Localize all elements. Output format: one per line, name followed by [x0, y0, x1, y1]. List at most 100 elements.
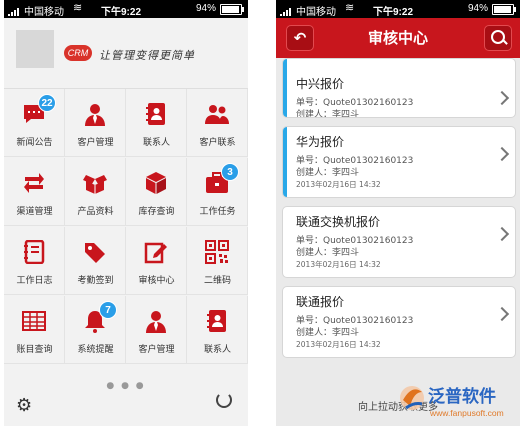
grid-item[interactable]: 客户联系 — [187, 89, 248, 157]
grid-item[interactable]: 联系人 — [126, 89, 187, 157]
qr-code-icon — [205, 240, 229, 264]
grid-item-label: 产品资料 — [77, 207, 114, 217]
signal-icon — [8, 5, 20, 16]
unread-marker — [283, 59, 287, 117]
signal-icon — [280, 5, 292, 16]
card-date: 2013年02月16日 14:32 — [296, 180, 381, 189]
grid-item[interactable]: 二维码 — [187, 227, 248, 295]
chevron-right-icon — [494, 90, 510, 106]
grid-item-label: 库存查询 — [138, 207, 175, 217]
nav-bar: ↶ 审核中心 — [276, 18, 520, 58]
grid-item[interactable]: 客户管理 — [126, 296, 187, 364]
grid-item-label: 新闻公告 — [16, 138, 53, 148]
bottom-bar — [4, 364, 248, 426]
grid-item-label: 客户管理 — [138, 345, 175, 355]
review-list: 中兴报价单号：Quote01302160123创建人：李四斗2013年02月16… — [276, 58, 520, 426]
open-box-icon — [83, 171, 107, 195]
cube-icon — [144, 171, 168, 195]
grid-item[interactable]: 渠道管理 — [4, 158, 65, 226]
battery-percent: 94% — [195, 3, 216, 14]
wifi-icon: ≋ — [345, 2, 355, 14]
battery-icon — [220, 4, 244, 15]
card-creator: 创建人：李四斗 — [296, 110, 360, 118]
chevron-right-icon — [494, 146, 510, 162]
grid-item-label: 审核中心 — [138, 276, 175, 286]
grid-item[interactable]: 库存查询 — [126, 158, 187, 226]
card-title: 联通交换机报价 — [296, 215, 381, 229]
grid-item[interactable]: 联系人 — [187, 296, 248, 364]
battery-percent: 94% — [467, 3, 488, 14]
grid-item-label: 联系人 — [142, 138, 170, 148]
grid-item-label: 渠道管理 — [16, 207, 53, 217]
loop-arrows-icon — [22, 171, 46, 195]
chevron-right-icon — [494, 226, 510, 242]
slogan: 让管理变得更简单 — [99, 49, 195, 62]
grid-item-label: 考勤签到 — [77, 276, 114, 286]
grid-item-label: 账目查询 — [16, 345, 53, 355]
fanpu-watermark-logo: 泛普软件 www.fanpusoft.com — [400, 386, 504, 418]
card-date: 2013年02月16日 14:32 — [296, 260, 381, 269]
notification-badge: 3 — [221, 163, 239, 181]
review-card[interactable]: 联通报价 单号：Quote01302160123 创建人：李四斗 2013年02月16… — [282, 286, 516, 358]
page-indicator: ● ● ● — [106, 381, 146, 391]
grid-item-label: 客户联系 — [199, 138, 236, 148]
avatar[interactable] — [16, 30, 54, 68]
card-creator: 创建人：李四斗 — [296, 248, 360, 258]
card-title: 联通报价 — [296, 295, 345, 309]
grid-item-label: 联系人 — [203, 345, 231, 355]
refresh-icon[interactable] — [216, 392, 232, 408]
home-screen: 中国移动 ≋ 下午9:22 94% CRM 让管理变得更简单 22 新闻公告 客户管… — [4, 0, 248, 426]
notification-badge: 7 — [99, 301, 117, 319]
profile-header: CRM 让管理变得更简单 — [4, 18, 248, 88]
watermark-url: www.fanpusoft.com — [429, 408, 504, 418]
grid-item-label: 工作任务 — [199, 207, 236, 217]
card-title: 中兴报价 — [296, 77, 345, 91]
tag-icon — [83, 240, 107, 264]
person-tie-icon — [83, 102, 107, 126]
grid-item[interactable]: 3 工作任务 — [187, 158, 248, 226]
grid-item[interactable]: 22 新闻公告 — [4, 89, 65, 157]
contact-book-icon — [205, 309, 229, 333]
search-button[interactable] — [484, 25, 512, 51]
grid-item[interactable]: 客户管理 — [65, 89, 126, 157]
grid-item[interactable]: 账目查询 — [4, 296, 65, 364]
chevron-right-icon — [494, 306, 510, 322]
chat-bubble-icon: 22 — [22, 94, 56, 126]
grid-item-label: 工作日志 — [16, 276, 53, 286]
grid-item[interactable]: 7 系统提醒 — [65, 296, 126, 364]
carrier: 中国移动 — [296, 7, 336, 18]
review-center-screen: 中国移动 ≋ 下午9:22 94% ↶ 审核中心 中兴报价 单号：Quote013… — [276, 0, 520, 426]
two-persons-icon — [205, 102, 229, 126]
battery-icon — [492, 4, 516, 15]
table-icon — [22, 309, 46, 333]
notification-badge: 22 — [38, 94, 56, 112]
grid-item[interactable]: 工作日志 — [4, 227, 65, 295]
wifi-icon: ≋ — [73, 2, 83, 14]
status-bar: 中国移动 ≋ 下午9:22 94% — [276, 0, 520, 18]
review-card[interactable]: 联通交换机报价 单号：Quote01302160123 创建人：李四斗 2013年02… — [282, 206, 516, 278]
watermark-name: 泛普软件 — [428, 386, 496, 407]
contact-book-icon — [144, 102, 168, 126]
card-date: 2013年02月16日 14:32 — [296, 340, 381, 349]
notebook-icon — [22, 239, 46, 265]
clock: 下午9:22 — [101, 7, 142, 18]
grid-item[interactable]: 审核中心 — [126, 227, 187, 295]
card-creator: 创建人：李四斗 — [296, 168, 360, 178]
grid-item[interactable]: 考勤签到 — [65, 227, 126, 295]
clock: 下午9:22 — [373, 7, 414, 18]
person-tie-icon — [144, 309, 168, 333]
crm-logo: CRM — [64, 45, 92, 61]
briefcase-icon: 3 — [205, 163, 239, 195]
grid-item-label: 系统提醒 — [77, 345, 114, 355]
edit-icon — [144, 240, 168, 264]
status-bar: 中国移动 ≋ 下午9:22 94% — [4, 0, 248, 18]
review-card[interactable]: 华为报价 单号：Quote01302160123 创建人：李四斗 2013年02月16… — [282, 126, 516, 198]
grid-item-label: 客户管理 — [77, 138, 114, 148]
grid-item-label: 二维码 — [203, 276, 231, 286]
grid-item[interactable]: 产品资料 — [65, 158, 126, 226]
review-card[interactable]: 中兴报价单号：Quote01302160123创建人：李四斗2013年02月16… — [282, 58, 516, 118]
card-creator: 创建人：李四斗 — [296, 328, 360, 338]
gear-icon[interactable]: ⚙ — [16, 395, 32, 416]
unread-marker — [283, 127, 287, 197]
carrier: 中国移动 — [24, 7, 64, 18]
